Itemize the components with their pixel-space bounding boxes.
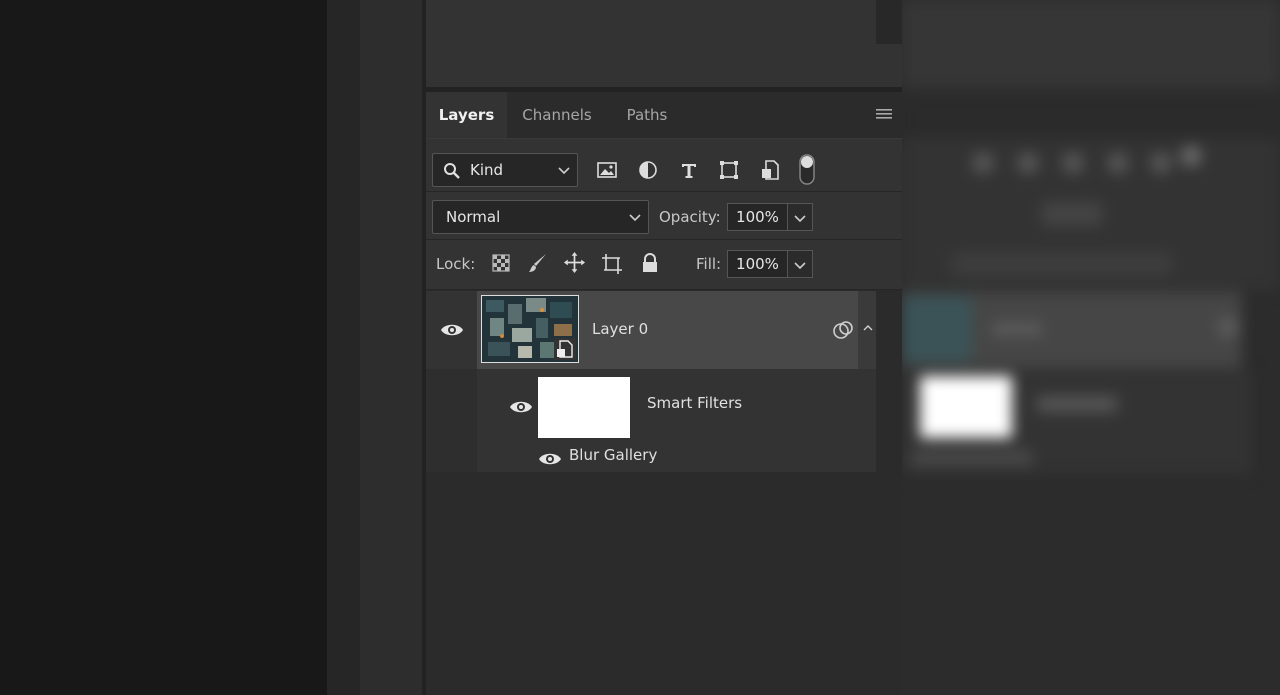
panel-menu-icon[interactable] <box>874 104 894 124</box>
type-filter-icon[interactable] <box>679 160 699 180</box>
eye-icon[interactable] <box>538 450 562 468</box>
blend-mode-label: Normal <box>446 208 501 226</box>
tab-paths[interactable]: Paths <box>607 92 687 138</box>
visibility-gutter <box>426 369 477 472</box>
panel-dock-strip <box>360 0 422 695</box>
opacity-label: Opacity: <box>659 208 721 226</box>
canvas-area-left <box>0 0 327 695</box>
opacity-dropdown-button[interactable] <box>788 203 813 231</box>
smart-filter-indicator-icon[interactable] <box>832 320 854 340</box>
smart-object-filter-icon[interactable] <box>759 159 781 181</box>
layer-name[interactable]: Layer 0 <box>592 320 648 338</box>
blend-mode-dropdown[interactable]: Normal <box>432 200 649 234</box>
toolbar-strip <box>327 0 360 695</box>
smart-filters-mask-thumbnail[interactable] <box>538 377 630 438</box>
layer-thumbnail[interactable] <box>481 295 579 363</box>
lock-transparent-pixels-icon[interactable] <box>491 253 511 273</box>
filter-toggle-icon[interactable] <box>798 153 816 186</box>
tab-layers[interactable]: Layers <box>426 92 507 138</box>
lock-position-icon[interactable] <box>563 251 586 274</box>
lock-all-icon[interactable] <box>640 252 660 274</box>
chevron-down-icon <box>794 215 806 223</box>
kind-filter-dropdown[interactable]: Kind <box>432 153 578 187</box>
fill-dropdown-button[interactable] <box>788 250 813 278</box>
shape-filter-icon[interactable] <box>718 159 740 181</box>
search-icon <box>444 163 460 179</box>
fill-label: Fill: <box>696 255 722 273</box>
image-filter-icon[interactable] <box>596 160 618 180</box>
eye-icon[interactable] <box>440 321 464 339</box>
eye-icon[interactable] <box>509 398 533 416</box>
adjustment-filter-icon[interactable] <box>638 160 658 180</box>
smart-filters-row[interactable] <box>477 369 876 472</box>
opacity-input[interactable]: 100% <box>727 203 788 231</box>
lock-artboard-icon[interactable] <box>600 252 624 276</box>
chevron-down-icon <box>794 262 806 270</box>
lock-label: Lock: <box>436 255 476 273</box>
layers-scrollbar-track[interactable] <box>876 291 902 695</box>
chevron-down-icon <box>629 214 641 222</box>
filter-name[interactable]: Blur Gallery <box>569 446 657 464</box>
upper-panel-scrollbar[interactable] <box>876 0 902 44</box>
tab-channels[interactable]: Channels <box>507 92 607 138</box>
upper-panel <box>426 0 902 87</box>
row-separator <box>426 289 902 290</box>
lock-image-pixels-icon[interactable] <box>527 252 549 274</box>
chevron-down-icon <box>558 167 570 175</box>
chevron-up-icon[interactable] <box>862 322 874 334</box>
smart-object-badge-icon <box>554 338 576 360</box>
blurred-background <box>902 0 1280 695</box>
smart-filters-label[interactable]: Smart Filters <box>647 394 742 412</box>
fill-input[interactable]: 100% <box>727 250 788 278</box>
kind-label: Kind <box>470 161 504 179</box>
